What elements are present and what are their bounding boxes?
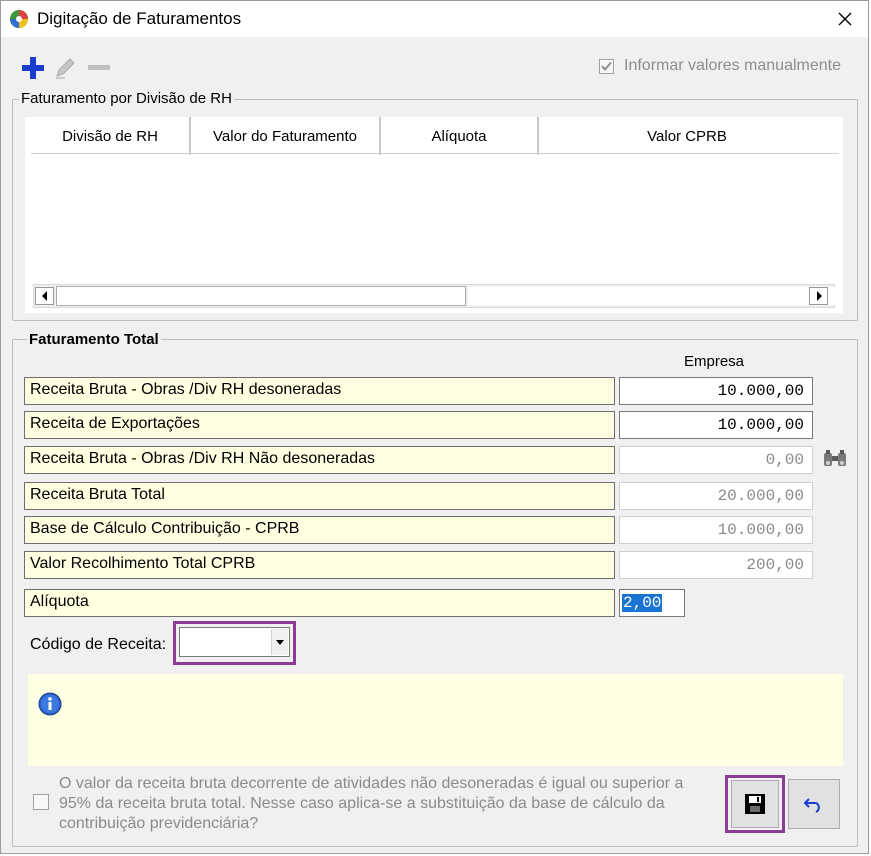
codigo-receita-label: Código de Receita: — [30, 636, 167, 653]
title-bar: Digitação de Faturamentos — [1, 1, 868, 37]
combo-dropdown-button[interactable] — [271, 629, 288, 655]
value-receita-nao-desoneradas: 0,00 — [619, 446, 813, 474]
column-header-valor-cprb[interactable]: Valor CPRB — [539, 117, 835, 155]
arrow-right-icon — [816, 291, 822, 301]
value-valor-recolhimento: 200,00 — [619, 551, 813, 579]
checkbox-box[interactable] — [599, 58, 614, 74]
row-label-valor-recolhimento: Valor Recolhimento Total CPRB — [24, 551, 615, 579]
substituicao-checkbox-box[interactable] — [33, 794, 49, 810]
minus-icon — [88, 65, 110, 70]
plus-icon — [22, 57, 44, 79]
substituicao-checkbox[interactable] — [33, 794, 49, 814]
info-icon — [38, 692, 62, 716]
row-label-aliquota: Alíquota — [24, 589, 615, 617]
value-receita-total: 20.000,00 — [619, 482, 813, 510]
row-label-receita-exportacoes: Receita de Exportações — [24, 411, 615, 439]
aliquota-input[interactable]: 2,00 — [619, 589, 685, 617]
edit-button[interactable] — [51, 53, 79, 83]
codigo-receita-combobox[interactable] — [179, 627, 290, 657]
horizontal-scrollbar[interactable] — [33, 284, 836, 308]
manual-values-label: Informar valores manualmente — [624, 57, 841, 74]
value-base-calculo: 10.000,00 — [619, 516, 813, 544]
division-group-legend: Faturamento por Divisão de RH — [19, 90, 234, 107]
app-globe-icon — [9, 9, 29, 29]
total-group-legend: Faturamento Total — [27, 331, 161, 348]
search-binoculars-button[interactable] — [821, 445, 849, 473]
window-title: Digitação de Faturamentos — [37, 9, 242, 28]
binoculars-icon — [824, 450, 846, 466]
scroll-track[interactable] — [468, 287, 836, 305]
close-icon — [838, 12, 852, 26]
checkmark-icon — [601, 61, 612, 71]
chevron-down-icon — [276, 639, 284, 645]
substituicao-question-text: O valor da receita bruta decorrente de a… — [59, 775, 684, 832]
grid-header-divider — [31, 153, 839, 154]
scroll-right-button[interactable] — [809, 287, 828, 305]
row-label-receita-total: Receita Bruta Total — [24, 482, 615, 510]
remove-button[interactable] — [85, 53, 113, 83]
dialog-window: Digitação de Faturamentos Informar valor… — [0, 0, 869, 854]
row-label-receita-nao-desoneradas: Receita Bruta - Obras /Div RH Não desone… — [24, 446, 615, 474]
empresa-column-header: Empresa — [684, 353, 745, 370]
save-button[interactable] — [731, 780, 779, 828]
scroll-left-button[interactable] — [35, 287, 54, 305]
close-button[interactable] — [828, 5, 862, 33]
column-header-valor-faturamento[interactable]: Valor do Faturamento — [191, 117, 381, 155]
value-receita-desoneradas[interactable]: 10.000,00 — [619, 377, 813, 405]
pencil-icon — [56, 58, 75, 79]
floppy-disk-icon — [745, 794, 765, 814]
undo-button[interactable] — [788, 779, 840, 829]
scroll-thumb[interactable] — [56, 286, 466, 306]
row-label-base-calculo: Base de Cálculo Contribuição - CPRB — [24, 516, 615, 544]
row-label-receita-desoneradas: Receita Bruta - Obras /Div RH desonerada… — [24, 377, 615, 405]
aliquota-selected-text: 2,00 — [622, 594, 663, 612]
add-button[interactable] — [19, 53, 47, 83]
info-panel — [28, 674, 843, 766]
value-receita-exportacoes[interactable]: 10.000,00 — [619, 411, 813, 439]
column-header-aliquota[interactable]: Alíquota — [381, 117, 539, 155]
arrow-left-icon — [41, 291, 47, 301]
manual-values-checkbox[interactable]: Informar valores manualmente — [599, 57, 841, 75]
column-header-divisao[interactable]: Divisão de RH — [31, 117, 191, 155]
undo-icon — [803, 798, 820, 813]
